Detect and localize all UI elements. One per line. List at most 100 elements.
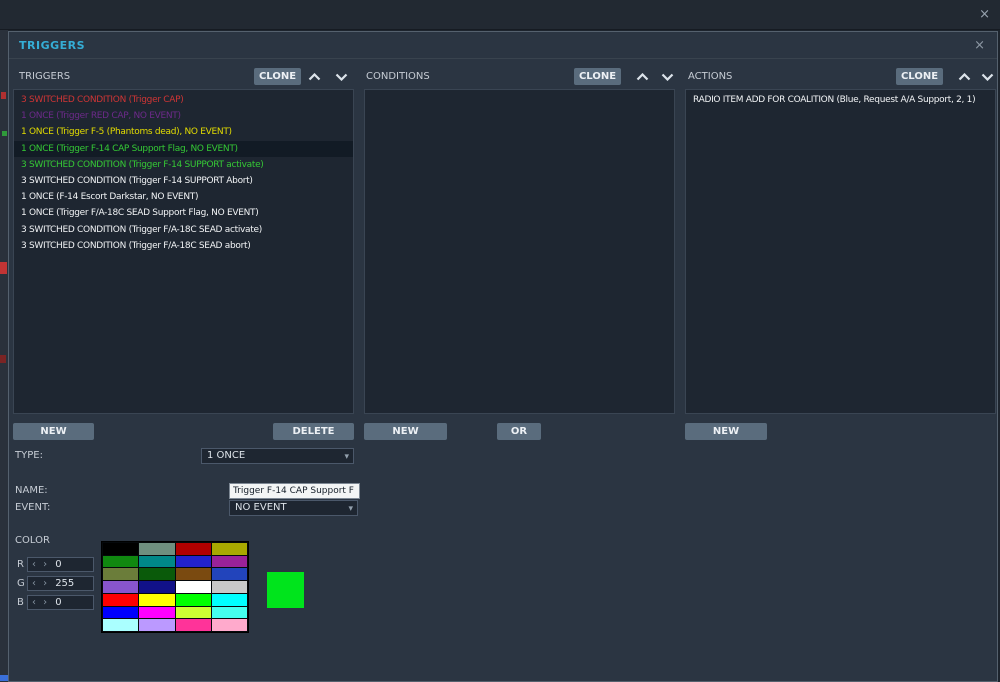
chevron-down-icon bbox=[981, 69, 994, 84]
conditions-move-down-button[interactable] bbox=[657, 68, 677, 85]
list-item[interactable]: 1 ONCE (Trigger RED CAP, NO EVENT) bbox=[14, 108, 353, 124]
map-edge bbox=[0, 30, 8, 682]
color-b-value: 0 bbox=[55, 597, 62, 608]
chevron-up-icon bbox=[308, 69, 321, 84]
color-swatch[interactable] bbox=[175, 555, 211, 568]
list-item[interactable]: 3 SWITCHED CONDITION (Trigger F-14 SUPPO… bbox=[14, 157, 353, 173]
triggers-panel-label: TRIGGERS bbox=[19, 71, 71, 82]
chevron-up-icon bbox=[636, 69, 649, 84]
triggers-delete-button[interactable]: DELETE bbox=[273, 423, 354, 440]
color-r-label: R bbox=[17, 559, 24, 570]
actions-clone-button[interactable]: CLONE bbox=[896, 68, 943, 85]
name-input[interactable] bbox=[229, 483, 360, 499]
color-swatch[interactable] bbox=[175, 593, 211, 606]
color-swatch[interactable] bbox=[103, 555, 139, 568]
triggers-move-down-button[interactable] bbox=[331, 68, 351, 85]
color-b-stepper[interactable]: ‹ › 0 bbox=[27, 595, 94, 610]
event-dropdown-value: NO EVENT bbox=[235, 502, 287, 513]
color-g-stepper[interactable]: ‹ › 255 bbox=[27, 576, 94, 591]
color-swatch[interactable] bbox=[103, 543, 139, 555]
conditions-or-button[interactable]: OR bbox=[497, 423, 541, 440]
list-item[interactable]: 3 SWITCHED CONDITION (Trigger F/A-18C SE… bbox=[14, 238, 353, 254]
color-swatch[interactable] bbox=[175, 606, 211, 619]
list-item[interactable]: 1 ONCE (Trigger F/A-18C SEAD Support Fla… bbox=[14, 205, 353, 221]
color-swatch[interactable] bbox=[139, 619, 175, 631]
color-swatch[interactable] bbox=[211, 581, 247, 593]
color-swatch[interactable] bbox=[139, 606, 175, 619]
dialog-header: TRIGGERS × bbox=[9, 32, 997, 59]
color-b-label: B bbox=[17, 597, 24, 608]
color-swatch[interactable] bbox=[211, 555, 247, 568]
window-titlebar: × bbox=[0, 0, 1000, 30]
conditions-list[interactable] bbox=[364, 89, 675, 414]
chevron-down-icon: ▾ bbox=[344, 452, 349, 462]
stepper-arrows-icon[interactable]: ‹ › bbox=[32, 559, 49, 570]
color-swatch[interactable] bbox=[211, 606, 247, 619]
type-dropdown-value: 1 ONCE bbox=[207, 450, 246, 461]
list-item[interactable]: 1 ONCE (Trigger F-14 CAP Support Flag, N… bbox=[14, 140, 353, 157]
color-swatch[interactable] bbox=[211, 593, 247, 606]
color-swatch[interactable] bbox=[175, 543, 211, 555]
actions-move-down-button[interactable] bbox=[977, 68, 997, 85]
list-item[interactable]: 3 SWITCHED CONDITION (Trigger F-14 SUPPO… bbox=[14, 173, 353, 189]
actions-new-button[interactable]: NEW bbox=[685, 423, 767, 440]
stepper-arrows-icon[interactable]: ‹ › bbox=[32, 597, 49, 608]
triggers-move-up-button[interactable] bbox=[304, 68, 324, 85]
event-label: EVENT: bbox=[15, 502, 51, 513]
color-swatch[interactable] bbox=[139, 555, 175, 568]
chevron-down-icon bbox=[661, 69, 674, 84]
list-item[interactable]: RADIO ITEM ADD FOR COALITION (Blue, Requ… bbox=[686, 92, 995, 108]
list-item[interactable]: 3 SWITCHED CONDITION (Trigger CAP) bbox=[14, 92, 353, 108]
dialog-close-icon[interactable]: × bbox=[974, 38, 985, 53]
conditions-move-up-button[interactable] bbox=[632, 68, 652, 85]
color-swatch[interactable] bbox=[103, 581, 139, 593]
event-dropdown[interactable]: NO EVENT ▾ bbox=[229, 500, 358, 516]
triggers-new-button[interactable]: NEW bbox=[13, 423, 94, 440]
chevron-down-icon bbox=[335, 69, 348, 84]
color-r-stepper[interactable]: ‹ › 0 bbox=[27, 557, 94, 572]
map-marker bbox=[0, 355, 6, 363]
color-swatch[interactable] bbox=[139, 543, 175, 555]
actions-move-up-button[interactable] bbox=[954, 68, 974, 85]
actions-list[interactable]: RADIO ITEM ADD FOR COALITION (Blue, Requ… bbox=[685, 89, 996, 414]
color-swatch[interactable] bbox=[103, 568, 139, 581]
color-g-label: G bbox=[17, 578, 25, 589]
conditions-panel-label: CONDITIONS bbox=[366, 71, 430, 82]
color-label: COLOR bbox=[15, 535, 50, 546]
map-marker bbox=[1, 92, 6, 99]
color-swatch[interactable] bbox=[175, 568, 211, 581]
triggers-list[interactable]: 3 SWITCHED CONDITION (Trigger CAP) 1 ONCE… bbox=[13, 89, 354, 414]
type-dropdown[interactable]: 1 ONCE ▾ bbox=[201, 448, 354, 464]
color-g-value: 255 bbox=[55, 578, 75, 589]
color-swatch[interactable] bbox=[139, 568, 175, 581]
color-palette[interactable] bbox=[101, 541, 249, 633]
color-swatch[interactable] bbox=[139, 581, 175, 593]
chevron-down-icon: ▾ bbox=[348, 504, 353, 514]
color-swatch[interactable] bbox=[103, 593, 139, 606]
color-swatch[interactable] bbox=[103, 606, 139, 619]
actions-panel-label: ACTIONS bbox=[688, 71, 733, 82]
list-item[interactable]: 1 ONCE (F-14 Escort Darkstar, NO EVENT) bbox=[14, 189, 353, 205]
type-label: TYPE: bbox=[15, 450, 43, 461]
map-marker bbox=[0, 675, 8, 681]
color-swatch[interactable] bbox=[211, 619, 247, 631]
color-preview bbox=[267, 572, 304, 608]
color-swatch[interactable] bbox=[103, 619, 139, 631]
list-item[interactable]: 1 ONCE (Trigger F-5 (Phantoms dead), NO … bbox=[14, 124, 353, 140]
color-swatch[interactable] bbox=[211, 543, 247, 555]
map-marker bbox=[2, 131, 7, 136]
stepper-arrows-icon[interactable]: ‹ › bbox=[32, 578, 49, 589]
color-swatch[interactable] bbox=[139, 593, 175, 606]
map-marker bbox=[0, 262, 7, 274]
window-close-icon[interactable]: × bbox=[979, 7, 990, 22]
conditions-new-button[interactable]: NEW bbox=[364, 423, 447, 440]
color-swatch[interactable] bbox=[175, 619, 211, 631]
triggers-clone-button[interactable]: CLONE bbox=[254, 68, 301, 85]
color-r-value: 0 bbox=[55, 559, 62, 570]
list-item[interactable]: 3 SWITCHED CONDITION (Trigger F/A-18C SE… bbox=[14, 222, 353, 238]
dialog-title: TRIGGERS bbox=[19, 39, 86, 52]
name-label: NAME: bbox=[15, 485, 48, 496]
color-swatch[interactable] bbox=[211, 568, 247, 581]
conditions-clone-button[interactable]: CLONE bbox=[574, 68, 621, 85]
color-swatch[interactable] bbox=[175, 581, 211, 593]
